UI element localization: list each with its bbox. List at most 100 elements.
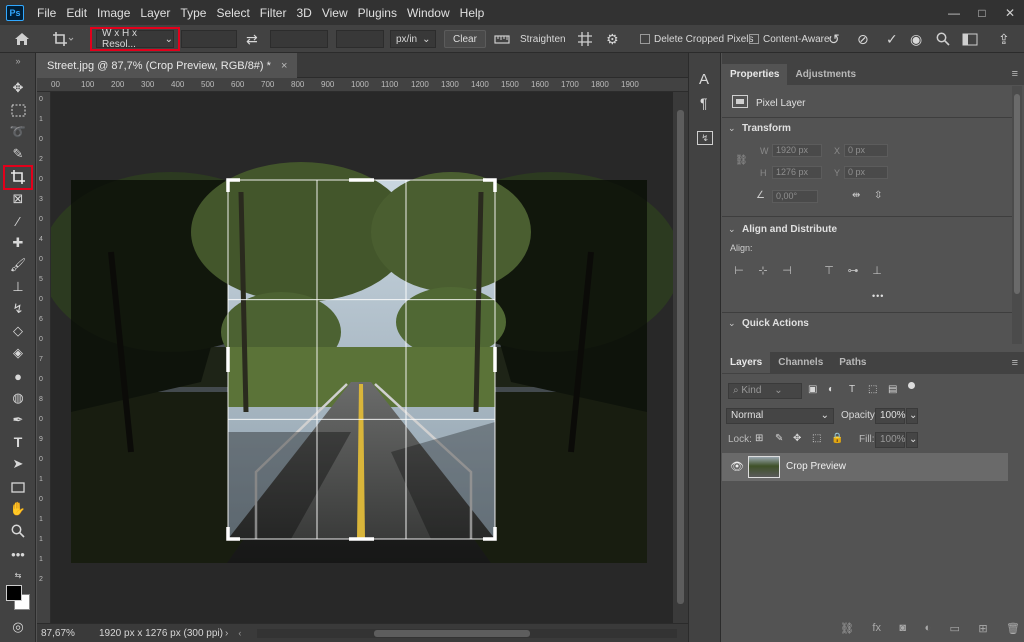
menu-help[interactable]: Help: [455, 6, 490, 20]
minimize-button[interactable]: —: [940, 0, 968, 25]
trash-icon[interactable]: 🗑: [1006, 622, 1020, 638]
new-layer-icon[interactable]: ⊞: [978, 622, 987, 638]
vertical-scrollbar[interactable]: [673, 92, 688, 623]
more-options-icon[interactable]: •••: [872, 291, 884, 301]
paragraph-panel-icon[interactable]: ¶: [700, 95, 708, 111]
quick-mask-icon[interactable]: ◎: [8, 618, 28, 636]
transform-y-field[interactable]: 0 px: [844, 166, 888, 179]
menu-layer[interactable]: Layer: [135, 6, 175, 20]
transform-x-field[interactable]: 0 px: [844, 144, 888, 157]
history-brush-tool-icon[interactable]: ↯: [8, 300, 28, 318]
panel-menu-icon[interactable]: ≡: [1012, 357, 1018, 369]
dodge-tool-icon[interactable]: ◍: [8, 389, 28, 407]
menu-window[interactable]: Window: [402, 6, 455, 20]
transform-width-field[interactable]: 1920 px: [772, 144, 822, 157]
more-tools-icon[interactable]: •••: [8, 545, 28, 563]
filter-shape-icon[interactable]: ⬚: [868, 384, 877, 395]
brush-tool-icon[interactable]: 🖌: [8, 256, 28, 274]
default-colors-icon[interactable]: ⇆: [8, 569, 28, 581]
menu-image[interactable]: Image: [92, 6, 135, 20]
eyedropper-tool-icon[interactable]: ⁄: [8, 212, 28, 230]
crop-tool-preset-icon[interactable]: [52, 29, 74, 49]
opacity-dropdown[interactable]: ⌄: [906, 408, 918, 424]
fill-field[interactable]: 100%: [875, 432, 906, 448]
add-mask-icon[interactable]: ◙: [899, 622, 906, 638]
layer-row[interactable]: 👁 Crop Preview: [722, 453, 1008, 481]
transform-height-field[interactable]: 1276 px: [772, 166, 822, 179]
filter-pixel-icon[interactable]: ▣: [808, 384, 817, 395]
zoom-level[interactable]: 87,67%: [41, 628, 89, 639]
properties-scrollbar[interactable]: [1012, 86, 1022, 344]
paint-bucket-tool-icon[interactable]: ◈: [8, 344, 28, 362]
blur-tool-icon[interactable]: ●: [8, 367, 28, 385]
tab-adjustments[interactable]: Adjustments: [787, 64, 864, 85]
clone-stamp-tool-icon[interactable]: ⊥: [8, 278, 28, 296]
crop-preview-image[interactable]: [51, 92, 673, 623]
healing-brush-tool-icon[interactable]: ✚: [8, 234, 28, 252]
frame-tool-icon[interactable]: ⊠: [8, 190, 28, 208]
menu-edit[interactable]: Edit: [61, 6, 92, 20]
eraser-tool-icon[interactable]: ◇: [8, 322, 28, 340]
path-selection-tool-icon[interactable]: ➤: [8, 455, 28, 473]
opacity-field[interactable]: 100%: [875, 408, 906, 424]
filter-adjustment-icon[interactable]: ◐: [828, 384, 834, 395]
rotation-angle-field[interactable]: 0,00°: [772, 190, 818, 203]
blend-mode-select[interactable]: Normal ⌄: [726, 408, 834, 424]
collapse-toolbar-icon[interactable]: »: [8, 56, 28, 66]
flip-vertical-icon[interactable]: ⇳: [874, 190, 882, 201]
new-group-icon[interactable]: ▭: [950, 622, 960, 638]
menu-filter[interactable]: Filter: [255, 6, 292, 20]
menu-3d[interactable]: 3D: [291, 6, 316, 20]
content-aware-option[interactable]: Content-Aware: [749, 29, 830, 49]
commit-check-icon[interactable]: ✓: [886, 29, 898, 49]
pen-tool-icon[interactable]: ✒: [8, 411, 28, 429]
fx-icon[interactable]: fx: [872, 622, 881, 638]
document-tab[interactable]: Street.jpg @ 87,7% (Crop Preview, RGB/8#…: [37, 53, 298, 78]
character-panel-icon[interactable]: A: [699, 71, 709, 88]
resolution-input[interactable]: [336, 30, 384, 48]
close-window-button[interactable]: ✕: [996, 0, 1024, 25]
menu-file[interactable]: File: [32, 6, 61, 20]
canvas-area[interactable]: [51, 92, 673, 623]
link-layers-icon[interactable]: ⛓: [840, 622, 854, 638]
tab-properties[interactable]: Properties: [722, 64, 788, 85]
layer-name[interactable]: Crop Preview: [786, 461, 846, 472]
foreground-color-swatch[interactable]: [6, 585, 22, 601]
home-icon[interactable]: [14, 29, 30, 49]
search-icon[interactable]: [936, 29, 950, 49]
flip-horizontal-icon[interactable]: ⇹: [852, 190, 860, 201]
filter-toggle-icon[interactable]: [908, 382, 915, 389]
filter-type-icon[interactable]: T: [849, 384, 855, 395]
share-icon[interactable]: ◉: [910, 29, 922, 49]
delete-cropped-checkbox[interactable]: [640, 34, 650, 44]
export-share-icon[interactable]: ⇪: [998, 29, 1010, 49]
align-top-edges-icon[interactable]: ⊤: [822, 264, 836, 277]
straighten-icon[interactable]: [494, 29, 510, 49]
align-vertical-centers-icon[interactable]: ⊶: [846, 264, 860, 277]
swap-icon[interactable]: ⇄: [246, 29, 258, 49]
chevron-down-icon[interactable]: ⌄: [728, 224, 736, 235]
link-dimensions-icon[interactable]: ⛓: [735, 155, 748, 166]
tab-channels[interactable]: Channels: [770, 352, 831, 373]
lock-position-icon[interactable]: ✥: [793, 433, 801, 444]
menu-select[interactable]: Select: [211, 6, 254, 20]
eye-icon[interactable]: 👁: [730, 460, 744, 473]
quick-selection-tool-icon[interactable]: ✎: [8, 145, 28, 163]
horizontal-scrollbar[interactable]: [257, 629, 677, 638]
cancel-icon[interactable]: ⊘: [857, 29, 869, 49]
overlay-grid-icon[interactable]: [577, 29, 593, 49]
document-info[interactable]: 1920 px x 1276 px (300 ppi): [99, 628, 225, 639]
crop-region[interactable]: [191, 162, 531, 539]
type-tool-icon[interactable]: T: [8, 433, 28, 451]
align-bottom-edges-icon[interactable]: ⊥: [870, 264, 884, 277]
lock-transparent-icon[interactable]: ⊞: [755, 433, 763, 444]
tab-paths[interactable]: Paths: [831, 352, 874, 373]
width-input[interactable]: [181, 30, 237, 48]
align-horizontal-centers-icon[interactable]: ⊹: [756, 264, 770, 277]
gear-icon[interactable]: ⚙: [606, 29, 619, 49]
move-tool-icon[interactable]: ✥: [8, 79, 28, 97]
status-expand-icon[interactable]: ›: [225, 628, 228, 639]
chevron-down-icon[interactable]: ⌄: [728, 318, 736, 329]
height-input[interactable]: [270, 30, 328, 48]
close-tab-icon[interactable]: ×: [281, 60, 287, 72]
